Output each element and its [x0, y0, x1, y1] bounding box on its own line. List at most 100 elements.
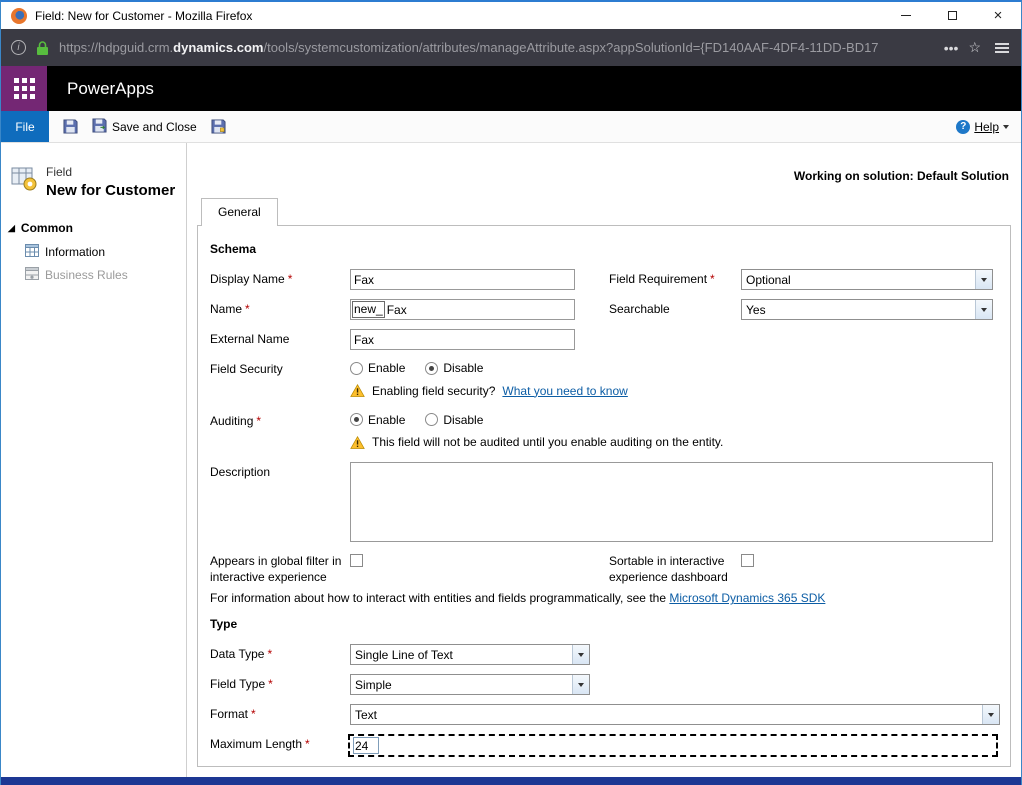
minimize-icon: [901, 15, 911, 16]
tab-general[interactable]: General: [201, 198, 278, 226]
entity-type-label: Field: [46, 165, 175, 179]
window-bottom-edge: [1, 777, 1021, 785]
maximize-icon: [948, 11, 957, 20]
firefox-icon: [11, 8, 27, 24]
required-marker: *: [305, 737, 310, 751]
form-panel: Schema Display Name* Field Requirement* …: [197, 225, 1011, 767]
warning-icon: [350, 384, 365, 397]
page-actions-icon[interactable]: •••: [944, 40, 959, 56]
external-name-input[interactable]: [350, 329, 575, 350]
save-and-close-button[interactable]: Save and Close: [92, 118, 197, 136]
titlebar: Field: New for Customer - Mozilla Firefo…: [1, 2, 1021, 29]
browser-window: Field: New for Customer - Mozilla Firefo…: [0, 0, 1022, 785]
sdk-link[interactable]: Microsoft Dynamics 365 SDK: [669, 591, 825, 605]
display-name-label: Display Name*: [210, 269, 350, 288]
url-domain: dynamics.com: [173, 40, 263, 55]
field-requirement-select[interactable]: Optional: [741, 269, 993, 290]
ime-mode-select[interactable]: auto: [350, 766, 1000, 767]
form-row: Appears in global filter in interactive …: [210, 551, 998, 585]
save-and-close-label: Save and Close: [112, 120, 197, 134]
browser-navigation-bar: i https://hdpguid.crm.dynamics.com/tools…: [1, 29, 1021, 66]
form-row: Description: [210, 462, 998, 542]
information-icon: [25, 244, 39, 260]
required-marker: *: [710, 272, 715, 286]
main-area: Working on solution: Default Solution Ge…: [187, 143, 1021, 777]
display-name-input[interactable]: [350, 269, 575, 290]
app-brand[interactable]: PowerApps: [67, 79, 154, 99]
auditing-warning: This field will not be audited until you…: [350, 435, 998, 449]
name-label: Name*: [210, 299, 350, 318]
description-textarea[interactable]: [350, 462, 993, 542]
save-and-new-icon[interactable]: [211, 119, 226, 134]
type-section-title: Type: [210, 617, 998, 631]
searchable-select[interactable]: Yes: [741, 299, 993, 320]
file-menu[interactable]: File: [1, 111, 49, 142]
maximum-length-field[interactable]: [348, 734, 998, 757]
tab-strip: General: [197, 198, 1011, 225]
data-type-select[interactable]: Single Line of Text: [350, 644, 590, 665]
schema-section-title: Schema: [210, 242, 998, 256]
radio-icon: [425, 413, 438, 426]
auditing-enable-radio[interactable]: Enable: [350, 411, 405, 427]
maximum-length-input[interactable]: [353, 737, 379, 754]
command-bar: File Save and Close: [1, 111, 1021, 143]
form-row: Auditing* Enable Disable: [210, 411, 998, 430]
bookmark-star-icon[interactable]: ☆: [968, 39, 981, 56]
format-select[interactable]: Text: [350, 704, 1000, 725]
radio-selected-icon: [425, 362, 438, 375]
global-filter-label: Appears in global filter in interactive …: [210, 551, 350, 585]
save-icon[interactable]: [63, 119, 78, 134]
required-marker: *: [268, 677, 273, 691]
form-row: Display Name* Field Requirement* Optiona…: [210, 269, 998, 290]
nav-group-label: Common: [21, 221, 73, 235]
menu-icon[interactable]: [995, 47, 1009, 49]
sortable-checkbox[interactable]: [741, 554, 754, 567]
required-marker: *: [267, 647, 272, 661]
field-type-select[interactable]: Simple: [350, 674, 590, 695]
auditing-disable-radio[interactable]: Disable: [425, 411, 483, 427]
help-menu[interactable]: ? Help: [956, 120, 1009, 134]
form-row: Maximum Length*: [210, 734, 998, 757]
name-value-input[interactable]: [387, 301, 574, 318]
format-label: Format*: [210, 704, 350, 723]
page-info-icon[interactable]: i: [11, 40, 26, 55]
chevron-down-icon: [1003, 125, 1009, 129]
field-security-disable-radio[interactable]: Disable: [425, 359, 483, 375]
minimize-button[interactable]: [883, 2, 929, 29]
page-content: Field New for Customer ◢ Common: [1, 143, 1021, 777]
window-title: Field: New for Customer - Mozilla Firefo…: [35, 9, 252, 23]
field-security-enable-radio[interactable]: Enable: [350, 359, 405, 375]
name-input[interactable]: new_: [350, 299, 575, 320]
field-security-link[interactable]: What you need to know: [502, 384, 627, 398]
chevron-down-icon: [572, 645, 589, 664]
business-rules-icon: [25, 267, 39, 283]
sdk-note: For information about how to interact wi…: [210, 591, 998, 605]
app-header: PowerApps: [1, 66, 1021, 111]
data-type-label: Data Type*: [210, 644, 350, 663]
url-bar[interactable]: https://hdpguid.crm.dynamics.com/tools/s…: [59, 40, 934, 55]
lock-icon[interactable]: [36, 40, 49, 56]
required-marker: *: [256, 414, 261, 428]
radio-selected-icon: [350, 413, 363, 426]
maximum-length-label: Maximum Length*: [210, 734, 350, 753]
nav-item-information[interactable]: Information: [1, 241, 186, 264]
form-row: Field Security Enable Disable: [210, 359, 998, 378]
nav-group-common[interactable]: ◢ Common: [1, 215, 186, 241]
entity-name-title: New for Customer: [46, 182, 175, 199]
help-icon: ?: [956, 120, 970, 134]
form-row: Field Type* Simple: [210, 674, 998, 695]
help-label: Help: [974, 120, 999, 134]
chevron-down-icon: [572, 675, 589, 694]
expander-icon: ◢: [8, 224, 15, 233]
global-filter-checkbox[interactable]: [350, 554, 363, 567]
nav-item-business-rules[interactable]: Business Rules: [1, 264, 186, 287]
url-path: /tools/systemcustomization/attributes/ma…: [264, 40, 879, 55]
chevron-down-icon: [975, 270, 992, 289]
close-button[interactable]: ×: [975, 2, 1021, 29]
maximize-button[interactable]: [929, 2, 975, 29]
ime-mode-label: IME Mode*: [210, 766, 350, 767]
waffle-icon[interactable]: [1, 66, 47, 111]
required-marker: *: [245, 302, 250, 316]
field-type-label: Field Type*: [210, 674, 350, 693]
chevron-down-icon: [982, 705, 999, 724]
